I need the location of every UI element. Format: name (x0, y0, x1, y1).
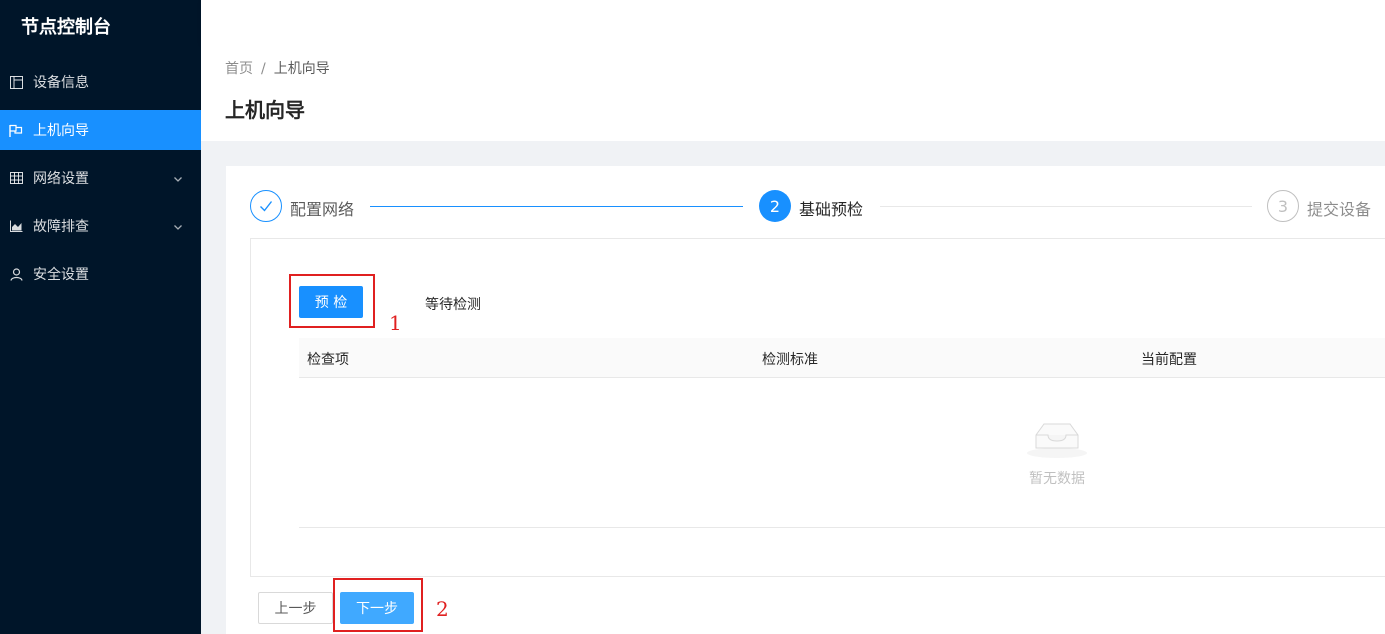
flag-icon (9, 123, 23, 137)
previous-step-button[interactable]: 上一步 (258, 592, 333, 624)
empty-inbox-icon (1025, 416, 1089, 460)
empty-text: 暂无数据 (1029, 471, 1085, 487)
app-title: 节点控制台 (21, 17, 111, 38)
breadcrumb-separator: / (261, 61, 266, 77)
table-header: 检查项 检测标准 当前配置 (299, 338, 1385, 378)
step-1-label: 配置网络 (290, 200, 355, 219)
page-title: 上机向导 (225, 98, 305, 122)
chevron-down-icon (173, 220, 183, 230)
sidebar-item-security-settings[interactable]: 安全设置 (0, 254, 201, 294)
top-header (201, 0, 1385, 44)
step-3-label: 提交设备 (1307, 200, 1372, 219)
sidebar-item-label: 安全设置 (33, 267, 89, 283)
step-2-tail (880, 206, 1252, 207)
chevron-down-icon (173, 172, 183, 182)
page-header: 首页 / 上机向导 上机向导 (201, 44, 1385, 141)
column-header-standard: 检测标准 (762, 352, 818, 368)
precheck-status: 等待检测 (425, 297, 481, 313)
sidebar-item-device-info[interactable]: 设备信息 (0, 62, 201, 102)
area-chart-icon (9, 219, 23, 233)
step-2-number: 2 (759, 190, 791, 222)
sidebar-item-network-settings[interactable]: 网络设置 (0, 158, 201, 198)
table-icon (9, 171, 23, 185)
precheck-table: 检查项 检测标准 当前配置 暂无数据 (299, 338, 1385, 528)
sidebar-item-label: 上机向导 (33, 123, 89, 139)
sidebar: 节点控制台 设备信息 上机向导 网络设置 故障排查 安全设置 (0, 0, 201, 634)
column-header-check-item: 检查项 (307, 352, 349, 368)
sidebar-item-label: 设备信息 (33, 75, 89, 91)
sidebar-item-troubleshooting[interactable]: 故障排查 (0, 206, 201, 246)
step-3-number: 3 (1267, 190, 1299, 222)
step-1-check-icon (250, 190, 282, 222)
annotation-number-1: 1 (389, 311, 402, 335)
sidebar-item-label: 故障排查 (33, 219, 89, 235)
breadcrumb: 首页 / 上机向导 (225, 58, 330, 78)
sidebar-item-label: 网络设置 (33, 171, 89, 187)
annotation-number-2: 2 (436, 597, 449, 621)
precheck-panel: 预 检 等待检测 检查项 检测标准 当前配置 暂无数据 (250, 238, 1385, 577)
profile-icon (9, 75, 23, 89)
column-header-current-config: 当前配置 (1141, 352, 1197, 368)
annotation-box-1 (289, 274, 375, 328)
user-icon (9, 267, 23, 281)
sidebar-item-onboarding-wizard[interactable]: 上机向导 (0, 110, 201, 150)
step-1-tail (370, 206, 743, 207)
annotation-box-2 (333, 578, 423, 632)
breadcrumb-home-link[interactable]: 首页 (225, 61, 253, 77)
wizard-card: 配置网络 2 基础预检 3 提交设备 预 检 等待检测 检查项 检测标准 当前配… (226, 166, 1385, 634)
breadcrumb-current: 上机向导 (273, 61, 330, 77)
steps: 配置网络 2 基础预检 3 提交设备 (250, 190, 1385, 224)
table-body: 暂无数据 (299, 378, 1385, 528)
step-2-label: 基础预检 (799, 200, 864, 219)
